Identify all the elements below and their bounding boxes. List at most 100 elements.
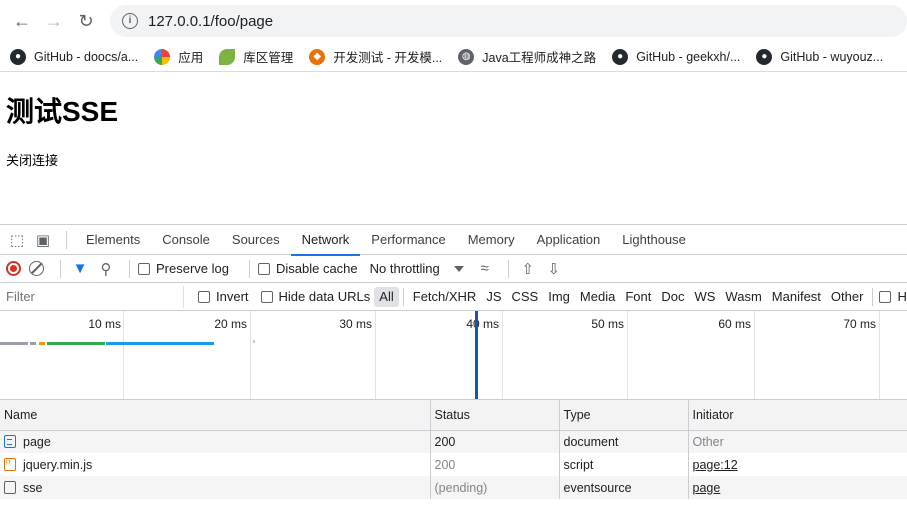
bookmark-item[interactable]: ● GitHub - geekxh/... (612, 48, 740, 65)
export-har-icon[interactable]: ⇩ (543, 258, 565, 280)
tab-sources[interactable]: Sources (221, 225, 291, 255)
request-name: page (23, 434, 51, 449)
type-cell: document (559, 430, 689, 453)
clear-icon[interactable] (29, 261, 44, 276)
timeline-gridline (250, 311, 251, 399)
filter-type-img[interactable]: Img (543, 287, 575, 307)
github-icon: ● (756, 48, 773, 65)
preserve-log-checkbox[interactable]: Preserve log (138, 261, 229, 276)
filter-type-other[interactable]: Other (826, 287, 869, 307)
waterfall-bar (106, 342, 214, 345)
bookmark-item[interactable]: 库区管理 (219, 47, 293, 66)
address-bar: ← → ↻ i 127.0.0.1/foo/page (0, 0, 907, 42)
filter-type-all[interactable]: All (374, 286, 399, 307)
column-header-type[interactable]: Type (559, 400, 689, 431)
site-info-icon[interactable]: i (122, 13, 138, 29)
checkbox-icon[interactable] (257, 262, 270, 275)
hide-data-urls-checkbox[interactable]: Hide data URLs (260, 289, 370, 304)
initiator-cell[interactable]: page (688, 476, 907, 499)
checkbox-icon[interactable] (138, 262, 150, 275)
checkbox-icon[interactable] (879, 290, 892, 303)
divider (60, 259, 61, 278)
divider (872, 287, 874, 306)
import-har-icon[interactable]: ⇧ (517, 258, 539, 280)
disable-cache-checkbox[interactable]: Disable cache (257, 261, 358, 276)
chevron-down-icon (453, 265, 464, 272)
forward-icon[interactable]: → (40, 7, 68, 35)
filter-type-doc[interactable]: Doc (656, 287, 689, 307)
url-field[interactable]: i 127.0.0.1/foo/page (110, 5, 907, 37)
throttling-select[interactable]: No throttling (370, 261, 464, 276)
filter-bar: Invert Hide data URLs All Fetch/XHR JS C… (0, 283, 907, 311)
timeline-gridline (754, 311, 755, 399)
divider (507, 259, 509, 278)
reload-icon[interactable]: ↻ (72, 7, 100, 35)
filter-type-font[interactable]: Font (620, 287, 656, 307)
bookmark-item[interactable]: 应用 (154, 47, 203, 66)
tab-memory[interactable]: Memory (457, 225, 526, 255)
tab-elements[interactable]: Elements (75, 225, 151, 255)
timeline-tick-label: 20 ms (214, 317, 247, 331)
column-header-name[interactable]: Name (0, 400, 431, 431)
timeline-tick-label: 60 ms (718, 317, 751, 331)
name-cell[interactable]: jquery.min.js (0, 453, 431, 476)
table-row[interactable]: page 200 document Other (0, 430, 907, 453)
filter-type-ws[interactable]: WS (689, 287, 720, 307)
close-connection-link[interactable]: 关闭连接 (6, 150, 901, 169)
filter-type-css[interactable]: CSS (507, 287, 544, 307)
tab-console[interactable]: Console (151, 225, 221, 255)
tab-network[interactable]: Network (290, 225, 361, 256)
tab-lighthouse[interactable]: Lighthouse (611, 225, 697, 255)
bookmark-label: GitHub - doocs/a... (34, 49, 139, 64)
filter-type-fetch-xhr[interactable]: Fetch/XHR (408, 287, 482, 307)
bookmark-item[interactable]: ◆ 开发测试 - 开发模... (309, 47, 442, 66)
table-row[interactable]: jquery.min.js 200 script page:12 (0, 453, 907, 476)
document-icon (4, 435, 16, 449)
invert-checkbox[interactable]: Invert (198, 289, 249, 304)
bookmark-label: 开发测试 - 开发模... (333, 51, 443, 65)
timeline-tick-label: 50 ms (591, 317, 624, 331)
timeline-tick-label: 70 ms (843, 317, 876, 331)
record-icon[interactable] (6, 261, 21, 276)
waterfall-bar (47, 342, 105, 345)
network-overview-timeline[interactable]: 10 ms 20 ms 30 ms 40 ms 50 ms 60 ms 70 m… (0, 311, 907, 400)
table-row[interactable]: sse (pending) eventsource page (0, 476, 907, 499)
tab-application[interactable]: Application (526, 225, 612, 255)
bookmark-item[interactable]: ● GitHub - doocs/a... (10, 48, 139, 65)
divider (129, 259, 130, 278)
network-conditions-icon[interactable]: ≈ (474, 258, 496, 280)
apps-icon (154, 48, 171, 65)
column-header-status[interactable]: Status (430, 400, 560, 431)
script-icon (4, 456, 16, 471)
search-icon[interactable]: ⚲ (95, 258, 117, 280)
device-toolbar-icon[interactable]: ▣ (32, 229, 54, 251)
checkbox-icon[interactable] (260, 290, 273, 303)
back-icon[interactable]: ← (8, 7, 36, 35)
tab-performance[interactable]: Performance (360, 225, 456, 255)
initiator-cell[interactable]: page:12 (688, 453, 907, 476)
bookmark-label: 库区管理 (243, 51, 294, 65)
filter-type-media[interactable]: Media (575, 287, 620, 307)
timeline-tick-label: 40 ms (466, 317, 499, 331)
page-heading: 测试SSE (6, 96, 119, 127)
filter-type-manifest[interactable]: Manifest (767, 287, 826, 307)
waterfall-bar (30, 342, 36, 345)
truncated-option-label: H (897, 288, 907, 304)
checkbox-icon[interactable] (198, 290, 210, 303)
name-cell[interactable]: sse (0, 476, 431, 499)
initiator-link[interactable]: page (693, 481, 721, 495)
disable-cache-label: Disable cache (275, 261, 358, 276)
initiator-link[interactable]: page:12 (693, 458, 738, 472)
throttling-value: No throttling (369, 261, 440, 276)
filter-type-wasm[interactable]: Wasm (720, 287, 766, 307)
bookmark-item[interactable]: ◍ Java工程师成神之路 (458, 47, 596, 66)
filter-icon[interactable]: ▼ (69, 258, 91, 280)
name-cell[interactable]: page (0, 430, 431, 453)
filter-type-js[interactable]: JS (481, 287, 506, 307)
divider (66, 230, 67, 249)
filter-input[interactable] (2, 285, 184, 308)
column-header-initiator[interactable]: Initiator (688, 400, 907, 431)
type-cell: eventsource (559, 476, 689, 499)
inspect-element-icon[interactable]: ⬚ (6, 229, 28, 251)
bookmark-item[interactable]: ● GitHub - wuyouz... (756, 48, 883, 65)
